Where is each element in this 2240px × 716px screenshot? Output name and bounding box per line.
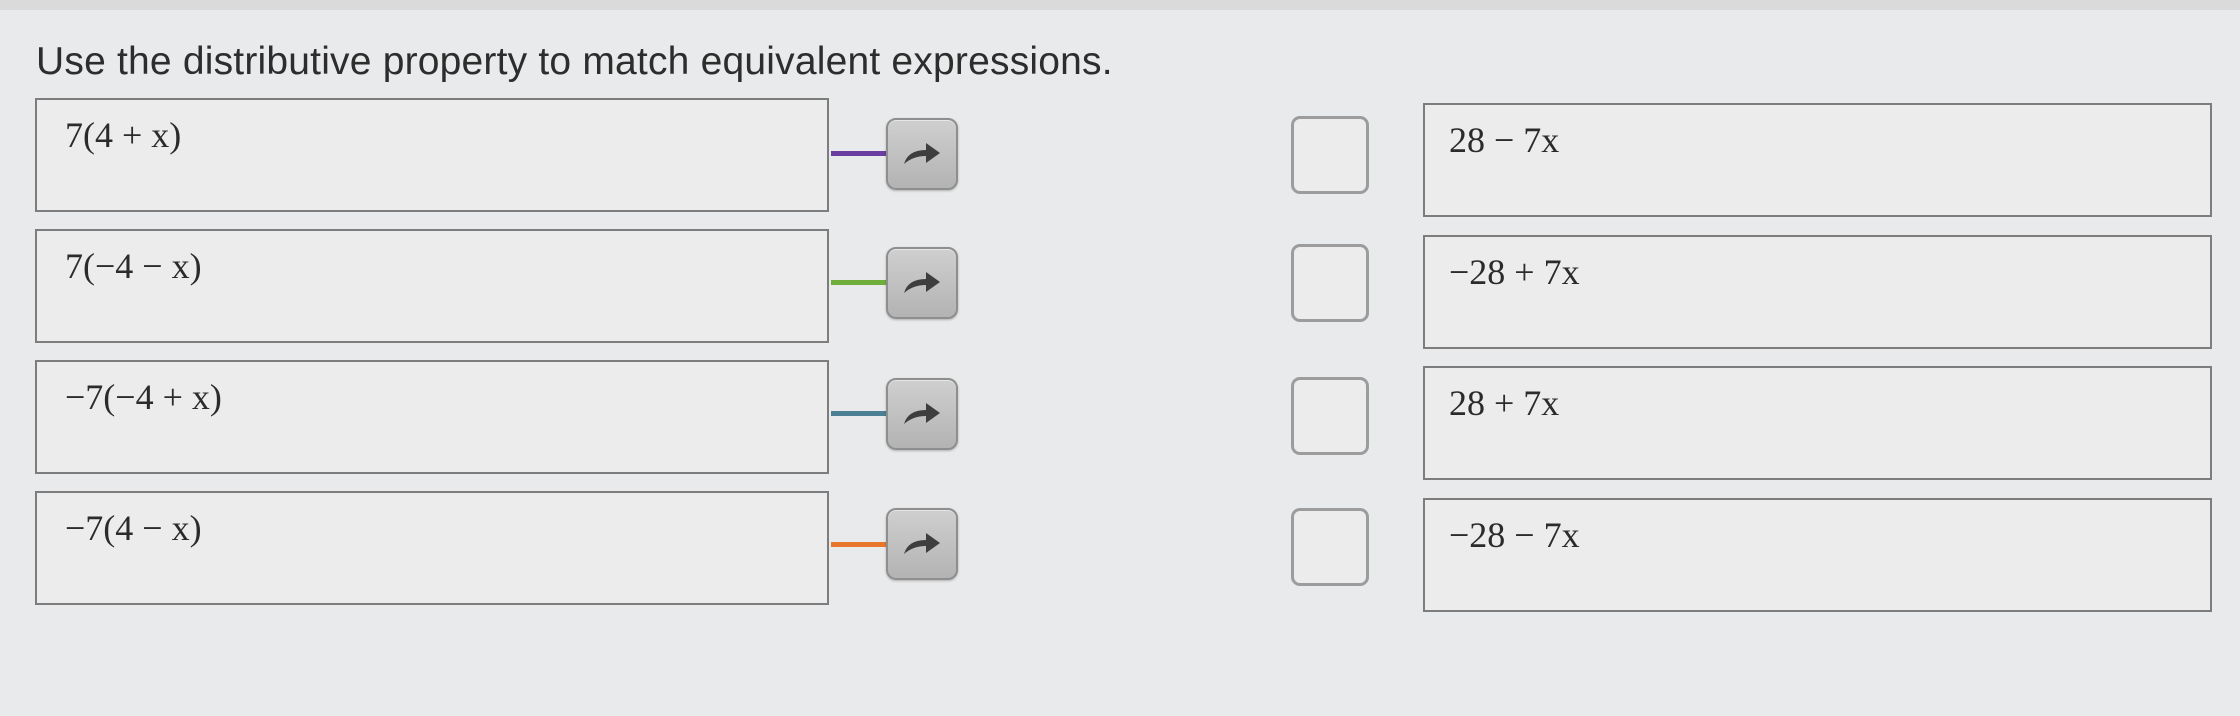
right-expression-card-3: 28 + 7x bbox=[1423, 366, 2212, 480]
drop-target-1[interactable] bbox=[1291, 116, 1369, 194]
drag-arrow-button-4[interactable] bbox=[886, 508, 958, 580]
connector-line-4 bbox=[831, 542, 888, 547]
right-expression-text: 28 + 7x bbox=[1449, 383, 1560, 423]
drop-target-2[interactable] bbox=[1291, 244, 1369, 322]
drag-arrow-button-3[interactable] bbox=[886, 378, 958, 450]
left-expression-text: −7(−4 + x) bbox=[65, 377, 222, 417]
right-expression-card-1: 28 − 7x bbox=[1423, 103, 2212, 217]
connector-line-3 bbox=[831, 411, 888, 416]
curved-arrow-right-icon bbox=[904, 403, 940, 424]
left-expression-card-4[interactable]: −7(4 − x) bbox=[35, 491, 829, 605]
left-expression-text: 7(−4 − x) bbox=[65, 246, 202, 286]
question-prompt: Use the distributive property to match e… bbox=[36, 40, 1113, 83]
top-edge bbox=[0, 0, 2240, 10]
right-expression-card-2: −28 + 7x bbox=[1423, 235, 2212, 349]
right-expression-text: −28 + 7x bbox=[1449, 252, 1580, 292]
curved-arrow-right-icon bbox=[904, 533, 940, 554]
drop-target-4[interactable] bbox=[1291, 508, 1369, 586]
right-expression-card-4: −28 − 7x bbox=[1423, 498, 2212, 612]
right-expression-text: −28 − 7x bbox=[1449, 515, 1580, 555]
connector-line-2 bbox=[831, 280, 888, 285]
left-expression-text: 7(4 + x) bbox=[65, 115, 182, 155]
right-expression-text: 28 − 7x bbox=[1449, 120, 1560, 160]
curved-arrow-right-icon bbox=[904, 143, 940, 164]
curved-arrow-right-icon bbox=[904, 272, 940, 293]
drop-target-3[interactable] bbox=[1291, 377, 1369, 455]
left-expression-card-3[interactable]: −7(−4 + x) bbox=[35, 360, 829, 474]
left-expression-card-1[interactable]: 7(4 + x) bbox=[35, 98, 829, 212]
left-expression-card-2[interactable]: 7(−4 − x) bbox=[35, 229, 829, 343]
connector-line-1 bbox=[831, 151, 888, 156]
drag-arrow-button-1[interactable] bbox=[886, 118, 958, 190]
left-expression-text: −7(4 − x) bbox=[65, 508, 202, 548]
drag-arrow-button-2[interactable] bbox=[886, 247, 958, 319]
